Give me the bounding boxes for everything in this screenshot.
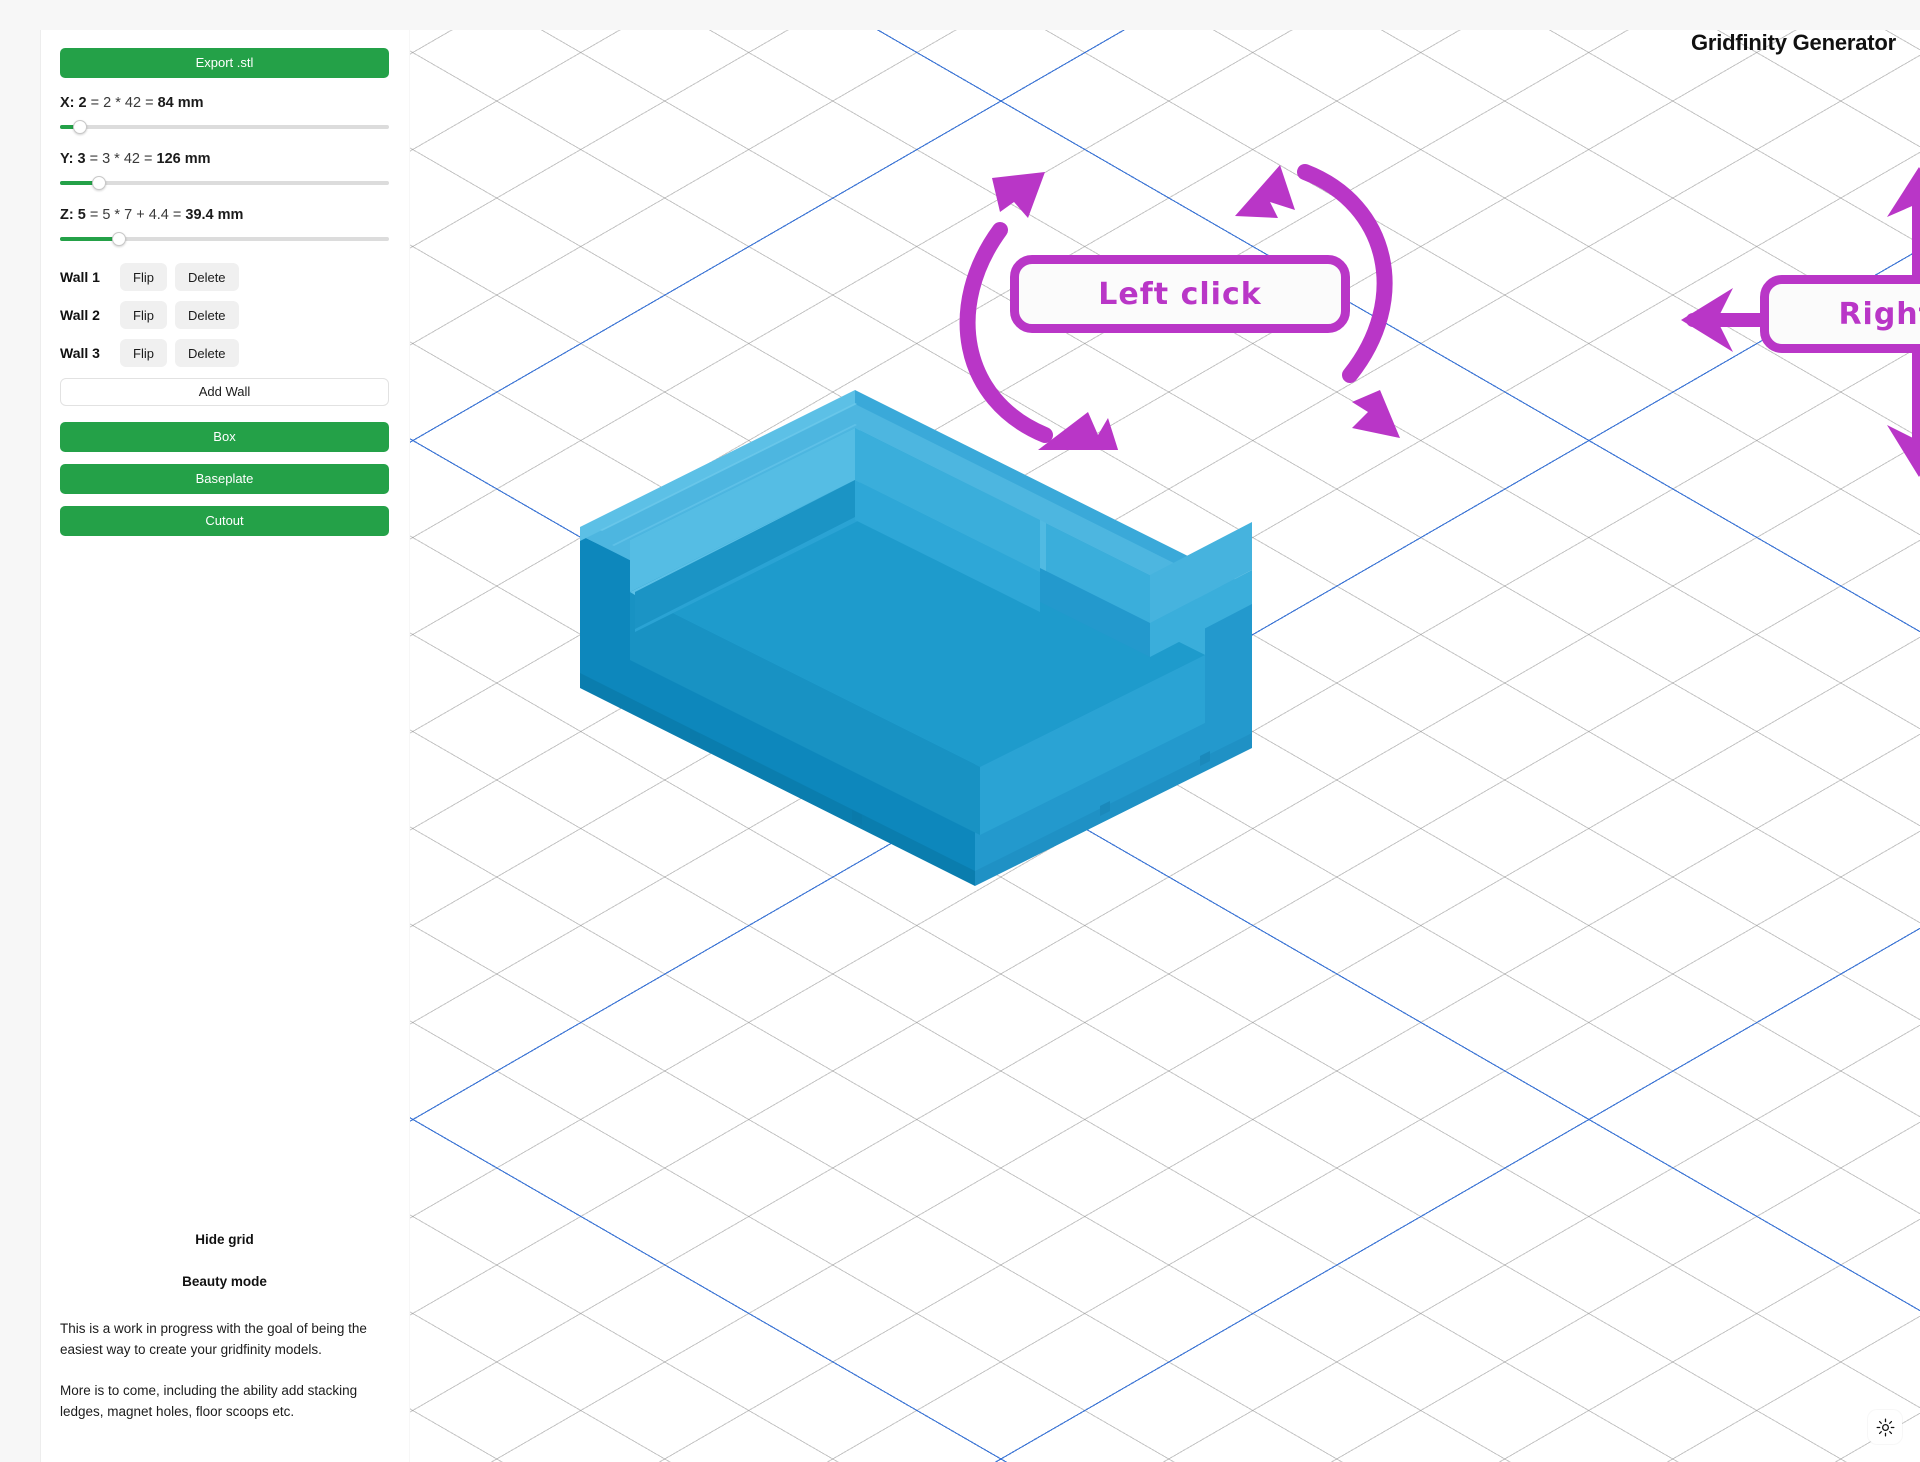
wall-row: Wall 1 Flip Delete <box>60 258 389 296</box>
dim-count-x: 2 <box>78 95 87 111</box>
slider-y[interactable] <box>60 176 389 190</box>
about-paragraph-2: More is to come, including the ability a… <box>60 1383 358 1419</box>
wall-label-3: Wall 3 <box>60 345 100 361</box>
brightness-settings-button[interactable] <box>1868 1410 1902 1444</box>
dim-axis-x: X <box>60 95 70 111</box>
app-root: Left click Right click <box>0 0 1920 1462</box>
dimension-label-x: X: 2 = 2 * 42 = 84 mm <box>60 95 204 111</box>
dimension-label-y: Y: 3 = 3 * 42 = 126 mm <box>60 151 211 167</box>
dim-expr-x: = 2 * 42 = <box>90 95 154 111</box>
model-viewport[interactable]: Left click Right click <box>410 30 1920 1462</box>
slider-x-track[interactable] <box>60 125 389 129</box>
gridfinity-box-model[interactable] <box>410 30 1920 1462</box>
slider-x[interactable] <box>60 120 389 134</box>
wall-delete-button-2[interactable]: Delete <box>174 301 239 329</box>
hide-grid-toggle[interactable]: Hide grid <box>60 1232 389 1247</box>
dim-axis-z: Z <box>60 207 69 223</box>
wall-delete-button-3[interactable]: Delete <box>174 339 239 367</box>
wall-label-2: Wall 2 <box>60 307 100 323</box>
slider-y-thumb[interactable] <box>92 176 107 190</box>
wall-flip-button-3[interactable]: Flip <box>120 339 167 367</box>
dim-result-z: 39.4 mm <box>185 207 244 223</box>
dim-result-x: 84 mm <box>157 95 204 111</box>
dim-expr-z: = 5 * 7 + 4.4 = <box>89 207 182 223</box>
wall-row: Wall 3 Flip Delete <box>60 334 389 372</box>
controls-sidebar: Export .stl X: 2 = 2 * 42 = 84 mm Y: 3 =… <box>40 30 409 1462</box>
slider-z-thumb[interactable] <box>112 232 127 246</box>
dim-count-y: 3 <box>77 151 86 167</box>
beauty-mode-toggle[interactable]: Beauty mode <box>60 1274 389 1289</box>
wall-label-1: Wall 1 <box>60 269 100 285</box>
wall-flip-button-2[interactable]: Flip <box>120 301 167 329</box>
dim-result-y: 126 mm <box>156 151 211 167</box>
mode-box-button[interactable]: Box <box>60 422 389 452</box>
wall-delete-button-1[interactable]: Delete <box>174 263 239 291</box>
sun-brightness-icon <box>1876 1418 1894 1436</box>
mode-baseplate-button[interactable]: Baseplate <box>60 464 389 494</box>
slider-y-track[interactable] <box>60 181 389 185</box>
wall-row: Wall 2 Flip Delete <box>60 296 389 334</box>
page-title: Gridfinity Generator <box>1690 30 1896 55</box>
slider-z[interactable] <box>60 232 389 246</box>
slider-z-fill <box>60 237 120 241</box>
mode-cutout-button[interactable]: Cutout <box>60 506 389 536</box>
about-paragraph-1: This is a work in progress with the goal… <box>60 1321 367 1357</box>
slider-x-thumb[interactable] <box>72 120 87 134</box>
add-wall-button[interactable]: Add Wall <box>60 378 389 406</box>
dimension-label-z: Z: 5 = 5 * 7 + 4.4 = 39.4 mm <box>60 207 244 223</box>
dim-count-z: 5 <box>77 207 86 223</box>
export-stl-button[interactable]: Export .stl <box>60 48 389 78</box>
dim-axis-y: Y <box>60 151 69 167</box>
dim-expr-y: = 3 * 42 = <box>89 151 153 167</box>
wall-flip-button-1[interactable]: Flip <box>120 263 167 291</box>
